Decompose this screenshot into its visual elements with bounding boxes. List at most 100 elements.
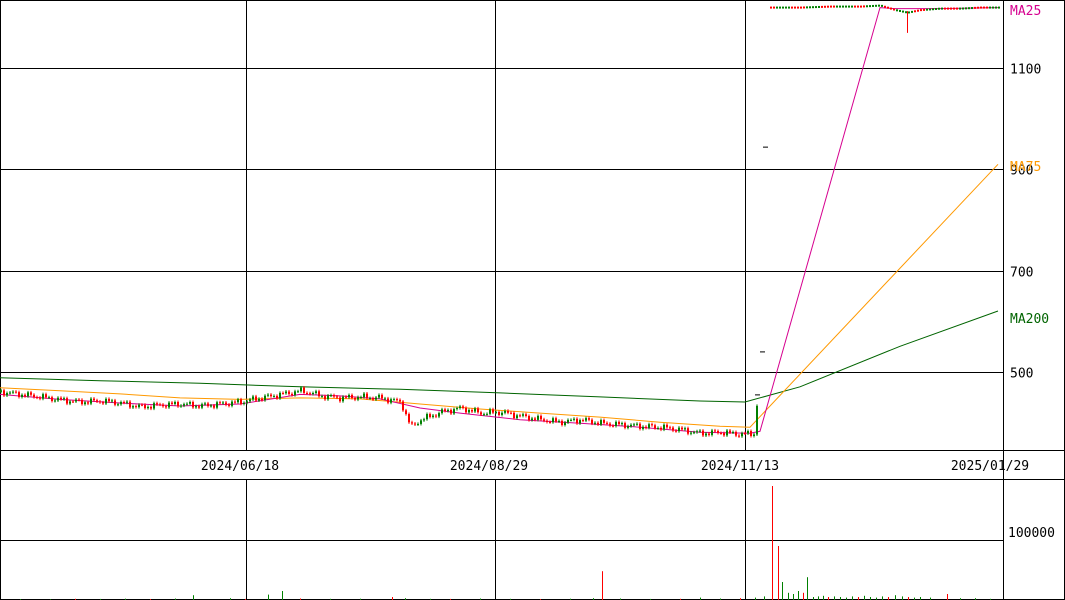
candle-body (528, 415, 530, 421)
candle-body (468, 409, 470, 413)
candle-body (435, 415, 437, 417)
candle-body (866, 5, 868, 8)
volume-bar (602, 571, 603, 600)
candle-body (594, 422, 596, 424)
candle-body (33, 394, 35, 398)
candle-body (411, 422, 413, 424)
volume-bar (807, 577, 808, 600)
candle-body (992, 6, 994, 9)
candle-body (402, 401, 404, 411)
candle-body (147, 406, 149, 409)
candle-body (366, 393, 368, 399)
candle-body (755, 394, 760, 396)
candle-body (570, 419, 572, 421)
candle-body (863, 5, 865, 8)
candle-body (378, 394, 380, 398)
candle-body (405, 410, 407, 415)
candle-body (252, 396, 254, 400)
candle-body (896, 9, 898, 12)
candle-body (893, 8, 895, 11)
candle-body (249, 399, 251, 402)
candle-body (953, 7, 955, 10)
candle-body (324, 396, 326, 400)
candle-body (851, 5, 853, 8)
candle-body (516, 415, 518, 419)
candle-body (303, 387, 305, 393)
candle-body (693, 432, 695, 434)
candle-body (642, 426, 644, 429)
volume-bar (803, 592, 804, 600)
candle-body (630, 424, 632, 427)
candle-body (609, 423, 611, 426)
candle-body (6, 393, 8, 396)
candle-body (237, 399, 239, 403)
candle-body (803, 6, 805, 9)
volume-bar (793, 594, 794, 600)
volume-bar (788, 592, 789, 600)
candle-body (770, 6, 772, 9)
candle-body (483, 414, 485, 416)
candle-body (462, 406, 464, 408)
candle-body (905, 11, 907, 14)
candle-body (938, 7, 940, 10)
candle-body (932, 8, 934, 11)
candle-body (174, 401, 176, 404)
candle-body (123, 401, 125, 403)
candle-body (408, 414, 410, 423)
candle-body (756, 405, 758, 435)
candle-body (291, 393, 293, 396)
candle-body (342, 396, 344, 402)
candle-body (300, 387, 302, 392)
candle-body (186, 403, 188, 405)
candle-body (204, 403, 206, 405)
candle-body (126, 401, 128, 403)
candle-body (741, 433, 743, 437)
candle-body (240, 399, 242, 404)
candle-body (675, 430, 677, 432)
candle-body (270, 394, 272, 397)
candle-body (48, 397, 50, 399)
candle-body (213, 405, 215, 408)
volume-axis-labels: 100000 (1008, 526, 1055, 541)
candle-body (881, 4, 883, 7)
candle-body (150, 406, 152, 409)
candle-body (603, 420, 605, 423)
candle-body (621, 423, 623, 425)
candle-body (732, 431, 734, 433)
volume-bar (947, 594, 948, 600)
candle-body (396, 399, 398, 401)
candle-body (579, 420, 581, 424)
candle-body (471, 409, 473, 412)
candle-body (18, 392, 20, 397)
candle-body (522, 414, 524, 416)
candle-body (612, 425, 614, 427)
candle-body (750, 431, 752, 436)
volume-bar (852, 596, 853, 600)
candle-body (39, 397, 41, 399)
candle-body (702, 430, 704, 436)
candle-body (108, 398, 110, 402)
candle-body (66, 398, 68, 404)
candle-body (162, 404, 164, 407)
candle-body (480, 412, 482, 415)
volume-bar (902, 596, 903, 600)
candle-body (917, 9, 919, 12)
candle-body (531, 418, 533, 421)
candle-body (513, 412, 515, 419)
candle-body (114, 400, 116, 405)
candle-body (606, 422, 608, 424)
candle-body (582, 420, 584, 422)
candle-body (141, 404, 143, 406)
candle-body (818, 5, 820, 8)
candle-body (189, 402, 191, 404)
candle-body (666, 424, 668, 428)
candle-body (192, 402, 194, 408)
candle-body (986, 6, 988, 9)
candle-body (705, 433, 707, 436)
candle-body (267, 394, 269, 396)
candle-body (264, 395, 266, 401)
candle-body (549, 422, 551, 424)
candle-body (567, 419, 569, 423)
candle-body (558, 420, 560, 422)
candle-body (776, 6, 778, 9)
